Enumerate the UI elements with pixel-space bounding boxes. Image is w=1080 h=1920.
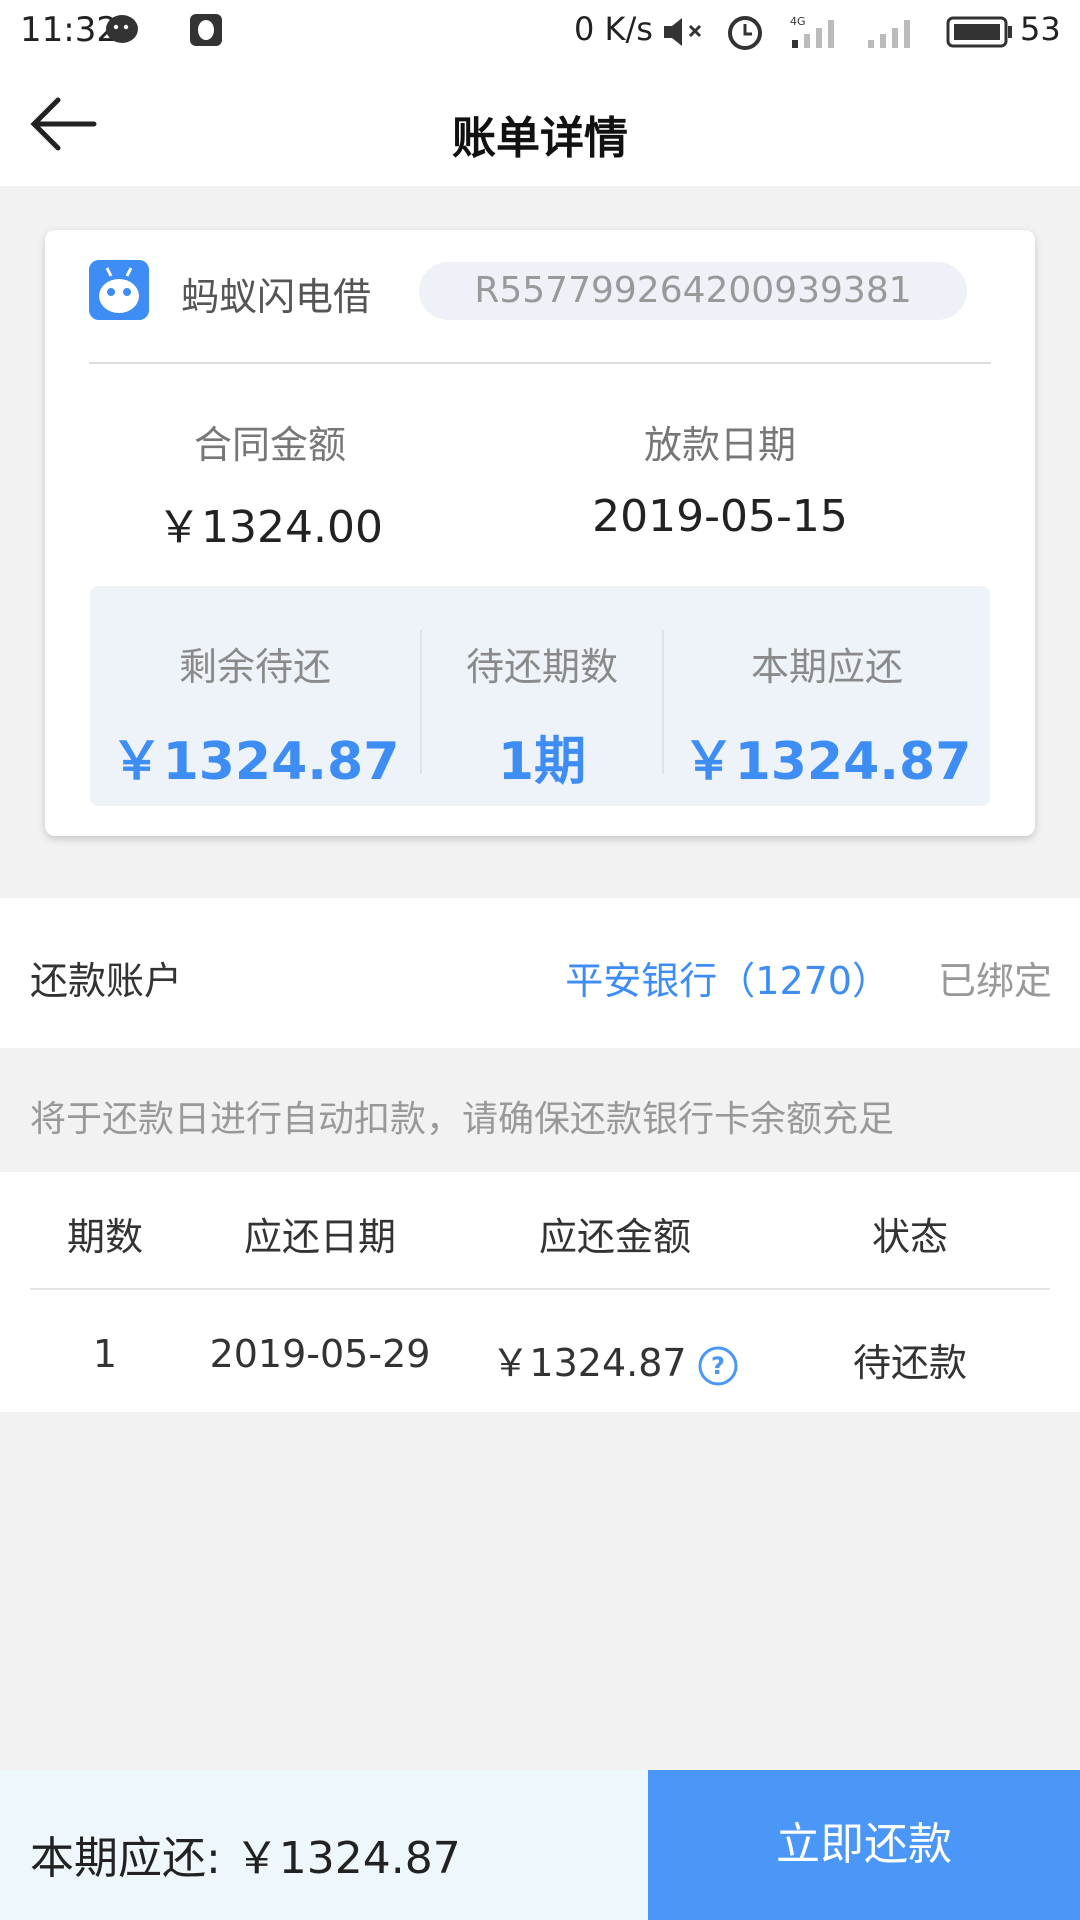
row-period: 1 [92, 1332, 118, 1376]
card-divider [89, 362, 991, 364]
svg-text:?: ? [711, 1352, 725, 1380]
contract-number: R557799264200939381 [419, 262, 967, 320]
help-icon[interactable]: ? [697, 1345, 739, 1387]
repay-account-label: 还款账户 [30, 959, 183, 1003]
product-name: 蚂蚁闪电借 [181, 275, 372, 319]
loan-date: 放款日期 2019-05-15 [495, 414, 945, 542]
loan-date-value: 2019-05-15 [592, 491, 848, 542]
loan-card: 蚂蚁闪电借 R557799264200939381 合同金额 ￥1324.00 … [45, 230, 1035, 836]
due-summary-text: 本期应还: ￥1324.87 [30, 1833, 461, 1884]
mute-icon [664, 18, 702, 46]
page-title: 账单详情 [452, 113, 628, 164]
repay-account-row[interactable]: 还款账户 平安银行（1270） 已绑定 [0, 898, 1080, 1048]
contract-amount: 合同金额 ￥1324.00 [45, 414, 495, 555]
product-logo-icon [89, 260, 149, 320]
header-period: 期数 [66, 1215, 143, 1259]
wechat-icon [106, 15, 138, 43]
due-summary: 本期应还: ￥1324.87 [0, 1770, 648, 1920]
signal-icon [868, 20, 910, 48]
bound-status: 已绑定 [937, 959, 1052, 1003]
header-due-date: 应还日期 [243, 1215, 396, 1259]
svg-text:4G: 4G [790, 15, 806, 28]
contract-amount-value: ￥1324.00 [157, 502, 383, 553]
row-due-date: 2019-05-29 [209, 1332, 431, 1376]
remaining-periods-value: 1期 [497, 732, 587, 792]
contract-amount-label: 合同金额 [193, 423, 346, 467]
header-status: 状态 [871, 1215, 948, 1259]
remaining-periods: 待还期数 1期 [422, 636, 662, 794]
repayment-schedule: 期数 应还日期 应还金额 状态 1 2019-05-29 ￥1324.87 ? … [0, 1172, 1080, 1412]
current-due: 本期应还 ￥1324.87 [664, 636, 990, 794]
bottom-bar: 本期应还: ￥1324.87 立即还款 [0, 1770, 1080, 1920]
row-due-amount: ￥1324.87 ? [470, 1332, 760, 1387]
pay-now-button[interactable]: 立即还款 [648, 1770, 1080, 1920]
remaining-due-value: ￥1324.87 [110, 732, 400, 792]
auto-debit-notice: 将于还款日进行自动扣款，请确保还款银行卡余额充足 [30, 1099, 895, 1140]
current-due-label: 本期应还 [750, 645, 903, 689]
qq-icon [190, 14, 222, 46]
status-bar: 11:32 0 K/s 4G 53 [0, 0, 1080, 64]
table-divider [30, 1288, 1050, 1290]
header-due-amount: 应还金额 [538, 1215, 691, 1259]
loan-date-label: 放款日期 [643, 423, 796, 467]
net-speed: 0 K/s [574, 10, 653, 48]
remaining-due: 剩余待还 ￥1324.87 [90, 636, 420, 794]
current-due-value: ￥1324.87 [682, 732, 972, 792]
remaining-due-label: 剩余待还 [178, 645, 331, 689]
battery-icon [946, 16, 1012, 48]
battery-percent: 53 [1020, 10, 1061, 48]
bank-account[interactable]: 平安银行（1270） [565, 950, 890, 1005]
repayment-summary: 剩余待还 ￥1324.87 待还期数 1期 本期应还 ￥1324.87 [90, 586, 990, 806]
row-status: 待还款 [852, 1341, 967, 1385]
alarm-icon [728, 16, 762, 50]
signal-4g-icon: 4G [790, 15, 834, 48]
app-bar: 账单详情 [0, 64, 1080, 186]
row-amount-text: ￥1324.87 [491, 1341, 687, 1385]
remaining-periods-label: 待还期数 [465, 645, 618, 689]
